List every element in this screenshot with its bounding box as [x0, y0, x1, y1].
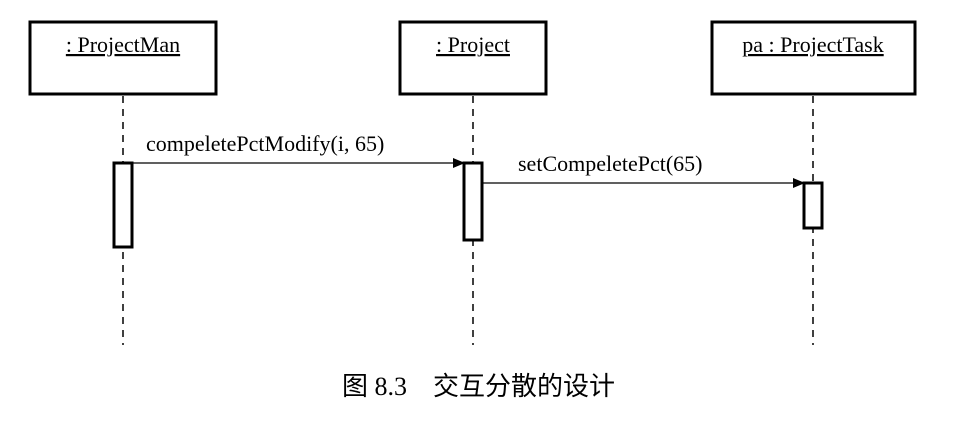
message-2: setCompeletePct(65) [482, 151, 805, 188]
object-projecttask: pa : ProjectTask [710, 20, 917, 96]
activation-project [462, 161, 484, 242]
figure-caption: 图 8.3 交互分散的设计 [341, 372, 615, 401]
message-label-1: compeletePctModify(i, 65) [146, 131, 384, 156]
message-label-2: setCompeletePct(65) [518, 151, 703, 176]
object-label-projectman: : ProjectMan [66, 32, 180, 57]
message-1: compeletePctModify(i, 65) [132, 131, 465, 168]
sequence-diagram: : ProjectMan : Project pa : ProjectTask … [28, 20, 917, 345]
object-project: : Project [398, 20, 548, 96]
object-projectman: : ProjectMan [28, 20, 218, 96]
activation-projectman [112, 161, 134, 249]
activation-projecttask [802, 181, 824, 230]
object-label-project: : Project [436, 32, 510, 57]
object-label-projecttask: pa : ProjectTask [742, 32, 883, 57]
